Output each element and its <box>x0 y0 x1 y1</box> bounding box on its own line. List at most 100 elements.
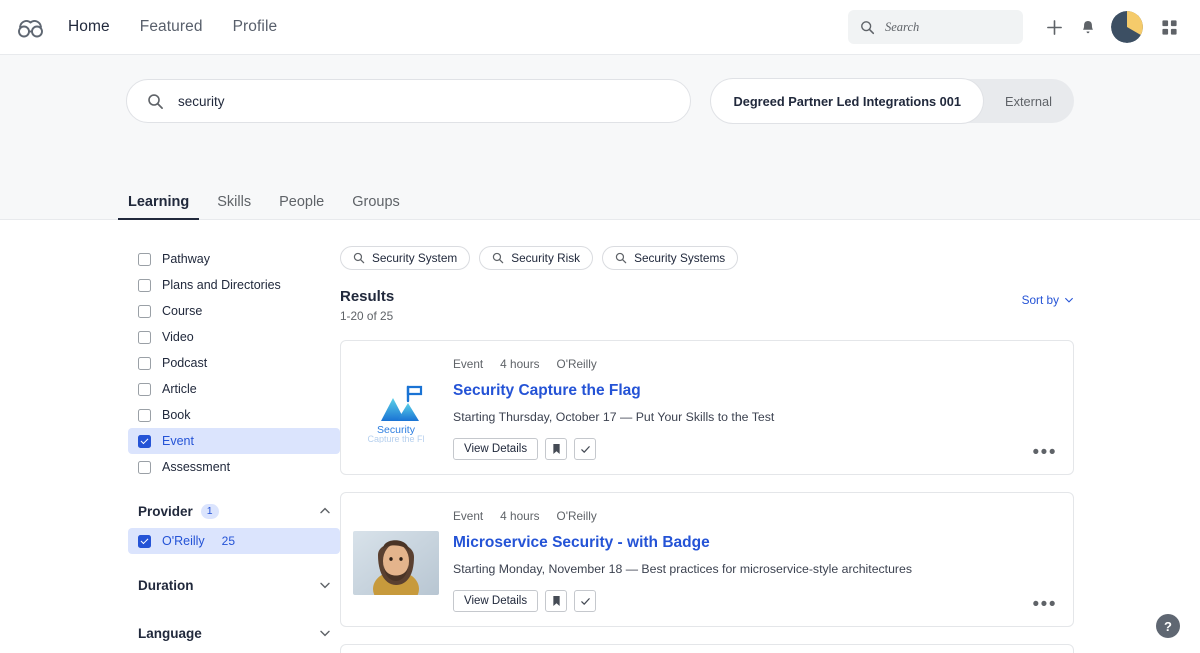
filter-label: Assessment <box>162 460 231 474</box>
filter-type-plans-and-directories[interactable]: Plans and Directories <box>128 272 340 298</box>
scope-option-internal[interactable]: Degreed Partner Led Integrations 001 <box>711 79 984 123</box>
mark-complete-button[interactable] <box>574 438 597 460</box>
suggestion-chip-security-systems[interactable]: Security Systems <box>602 246 739 270</box>
scope-option-external[interactable]: External <box>983 79 1074 123</box>
check-icon <box>580 597 590 605</box>
checkbox-icon[interactable] <box>138 408 151 422</box>
filter-provider-oreilly[interactable]: O'Reilly 25 <box>128 528 340 554</box>
more-options-button[interactable]: ••• <box>1033 595 1057 614</box>
filter-label: Article <box>162 382 197 396</box>
mountain-flag-logo: Security Capture the Fl <box>353 379 439 443</box>
results-heading-group: Results 1-20 of 25 <box>340 288 394 323</box>
tab-learning[interactable]: Learning <box>118 194 200 220</box>
result-duration: 4 hours <box>500 357 540 371</box>
filter-type-podcast[interactable]: Podcast <box>128 350 340 376</box>
filter-label: Plans and Directories <box>162 278 281 292</box>
checkbox-icon[interactable] <box>138 356 151 370</box>
results-count: 1-20 of 25 <box>340 309 394 323</box>
filter-section-duration[interactable]: Duration <box>128 568 340 602</box>
app-grid-button[interactable] <box>1152 10 1186 44</box>
mark-complete-button[interactable] <box>574 590 597 612</box>
sort-by-label: Sort by <box>1021 293 1059 307</box>
checkbox-icon[interactable] <box>138 278 151 292</box>
svg-text:Capture the Fl: Capture the Fl <box>367 434 424 443</box>
filter-type-article[interactable]: Article <box>128 376 340 402</box>
result-card-meta: Event 4 hours O'Reilly <box>453 357 1055 371</box>
checkbox-icon[interactable] <box>138 382 151 396</box>
suggestion-chip-security-risk[interactable]: Security Risk <box>479 246 594 270</box>
bell-icon <box>1083 20 1093 33</box>
filter-label: Book <box>162 408 191 422</box>
result-type: Event <box>453 509 484 523</box>
filter-type-event[interactable]: Event <box>128 428 340 454</box>
view-details-button[interactable]: View Details <box>453 438 539 460</box>
nav-link-profile[interactable]: Profile <box>233 18 278 36</box>
chip-label: Security Systems <box>634 251 726 265</box>
result-provider: O'Reilly <box>556 357 597 371</box>
filter-type-assessment[interactable]: Assessment <box>128 454 340 480</box>
result-card-title[interactable]: Microservice Security - with Badge <box>453 534 1055 552</box>
filter-count: 25 <box>221 534 236 548</box>
search-icon <box>861 20 875 34</box>
add-button[interactable] <box>1037 10 1071 44</box>
search-input[interactable] <box>178 93 671 109</box>
avatar[interactable] <box>1111 11 1143 43</box>
bookmark-button[interactable] <box>545 438 568 460</box>
chip-label: Security Risk <box>511 251 581 265</box>
section-count-badge: 1 <box>200 503 219 519</box>
chip-label: Security System <box>372 251 458 265</box>
filter-type-video[interactable]: Video <box>128 324 340 350</box>
person-photo-beard <box>353 531 439 595</box>
app-grid-icon <box>1161 19 1177 35</box>
result-card[interactable]: Event 8 hours O'Reilly Linux Networking … <box>340 644 1074 653</box>
checkbox-icon[interactable] <box>138 304 151 318</box>
checkbox-icon[interactable] <box>138 534 151 548</box>
filter-label: Pathway <box>162 252 210 266</box>
search-icon <box>148 93 163 109</box>
chevron-down-icon <box>1065 297 1073 303</box>
more-options-button[interactable]: ••• <box>1033 443 1057 462</box>
results-panel: Security System Security Risk Security S… <box>340 246 1200 653</box>
chevron-down-icon[interactable] <box>318 578 332 592</box>
suggestion-chip-security-system[interactable]: Security System <box>340 246 471 270</box>
tab-groups[interactable]: Groups <box>342 194 410 219</box>
tab-people[interactable]: People <box>269 194 334 219</box>
nav-link-featured[interactable]: Featured <box>140 18 203 36</box>
main-search-box[interactable] <box>126 79 692 123</box>
bookmark-icon <box>552 444 560 454</box>
filter-type-course[interactable]: Course <box>128 298 340 324</box>
result-card[interactable]: Event 4 hours O'Reilly Microservice Secu… <box>340 492 1074 627</box>
global-search-box[interactable]: Search <box>848 10 1023 44</box>
section-title: Provider <box>138 503 193 519</box>
search-icon <box>615 252 627 264</box>
result-card-description: Starting Monday, November 18 — Best prac… <box>453 562 913 576</box>
checkbox-icon[interactable] <box>138 330 151 344</box>
checkbox-icon[interactable] <box>138 252 151 266</box>
help-button[interactable]: ? <box>1156 614 1180 638</box>
top-navigation-bar: Home Featured Profile Search <box>0 0 1200 55</box>
checkbox-icon[interactable] <box>138 460 151 474</box>
chevron-up-icon[interactable] <box>318 504 332 518</box>
bookmark-icon <box>552 596 560 606</box>
filter-sidebar: Pathway Plans and Directories Course Vid… <box>0 246 340 653</box>
chevron-down-icon[interactable] <box>318 626 332 640</box>
filter-type-book[interactable]: Book <box>128 402 340 428</box>
result-card[interactable]: Security Capture the Fl Event 4 hours O'… <box>340 340 1074 475</box>
result-card-title[interactable]: Security Capture the Flag <box>453 382 1055 400</box>
filter-type-pathway[interactable]: Pathway <box>128 246 340 272</box>
filter-label: Event <box>162 434 194 448</box>
result-card-actions: View Details <box>453 590 1055 612</box>
result-duration: 4 hours <box>500 509 540 523</box>
view-details-button[interactable]: View Details <box>453 590 539 612</box>
tab-skills[interactable]: Skills <box>207 194 261 219</box>
filter-section-provider[interactable]: Provider 1 <box>128 494 340 528</box>
degreed-glasses-logo[interactable] <box>16 16 46 38</box>
notifications-button[interactable] <box>1071 10 1105 44</box>
checkbox-icon[interactable] <box>138 434 151 448</box>
search-band-inner: Degreed Partner Led Integrations 001 Ext… <box>0 79 1200 123</box>
search-icon <box>493 252 504 264</box>
sort-by-button[interactable]: Sort by <box>1022 288 1074 307</box>
bookmark-button[interactable] <box>545 590 568 612</box>
filter-section-language[interactable]: Language <box>128 616 340 650</box>
nav-link-home[interactable]: Home <box>68 18 110 36</box>
